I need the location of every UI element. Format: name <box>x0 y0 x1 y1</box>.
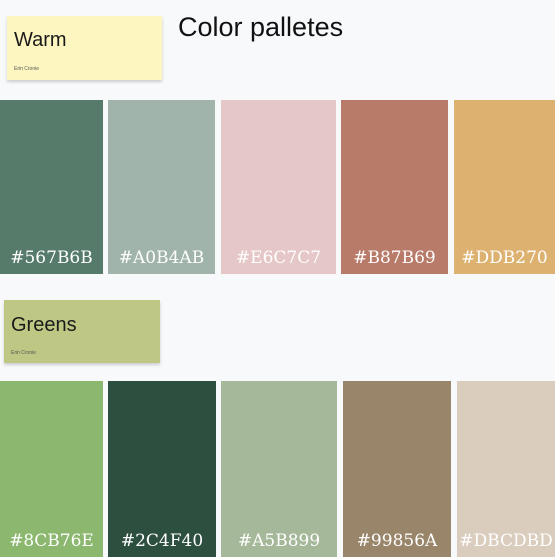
color-swatch[interactable]: #DBCDBD <box>457 381 555 557</box>
swatch-hex-label: #B87B69 <box>353 248 436 268</box>
swatch-hex-label: #DDB270 <box>461 248 548 268</box>
color-swatch[interactable]: #2C4F40 <box>108 381 216 557</box>
sticky-note-title: Warm <box>14 29 67 51</box>
color-swatch[interactable]: #B87B69 <box>341 100 448 274</box>
swatch-hex-label: #A0B4AB <box>118 248 205 268</box>
color-swatch[interactable]: #A5B899 <box>221 381 337 557</box>
swatch-hex-label: #A5B899 <box>237 531 321 551</box>
swatch-hex-label: #99856A <box>356 531 438 551</box>
sticky-note-greens[interactable]: Greens Erin Cronie <box>4 300 160 363</box>
page-title: Color palletes <box>178 12 344 42</box>
color-swatch[interactable]: #99856A <box>343 381 451 557</box>
swatch-hex-label: #2C4F40 <box>120 531 204 551</box>
color-swatch[interactable]: #567B6B <box>0 100 103 274</box>
color-swatch[interactable]: #DDB270 <box>454 100 555 274</box>
sticky-note-title: Greens <box>11 314 77 336</box>
swatch-hex-label: #567B6B <box>10 248 93 268</box>
color-swatch[interactable]: #A0B4AB <box>108 100 215 274</box>
swatch-hex-label: #8CB76E <box>9 531 94 551</box>
swatch-hex-label: #E6C7C7 <box>235 248 322 268</box>
sticky-note-author: Erin Cronie <box>11 350 37 356</box>
sticky-note-author: Erin Cronie <box>14 66 40 72</box>
sticky-note-warm[interactable]: Warm Erin Cronie <box>7 16 162 80</box>
color-swatch[interactable]: #E6C7C7 <box>221 100 336 274</box>
color-swatch[interactable]: #8CB76E <box>0 381 103 557</box>
swatch-hex-label: #DBCDBD <box>459 531 553 551</box>
